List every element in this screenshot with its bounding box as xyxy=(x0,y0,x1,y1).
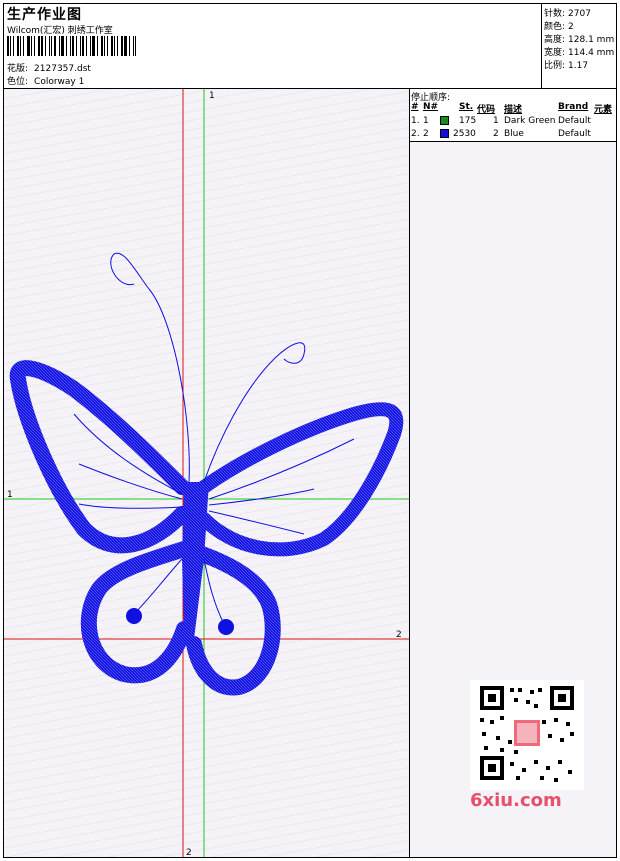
barcode-bar xyxy=(23,36,24,56)
colorway-value: Colorway 1 xyxy=(34,77,85,87)
col-header-element: 元素 xyxy=(594,105,613,115)
barcode-bar xyxy=(27,36,30,56)
barcode-bar xyxy=(121,36,123,56)
axis-label-red-right: 2 xyxy=(396,630,402,640)
barcode-bar xyxy=(13,36,14,56)
stat-colors: 颜色: 2 xyxy=(544,22,574,32)
butterfly-design: 1 1 2 2 xyxy=(4,89,409,857)
col-header-st: St. xyxy=(459,102,474,112)
barcode-bar xyxy=(17,36,19,56)
lower-right-dot xyxy=(218,619,234,635)
stat-height: 高度: 128.1 mm xyxy=(544,35,615,45)
barcode-bar xyxy=(135,36,136,56)
company-name: Wilcom(汇宏) 刺绣工作室 xyxy=(7,26,113,36)
qr-code xyxy=(470,680,584,790)
barcode-bar xyxy=(92,36,95,56)
barcode-bar xyxy=(31,36,32,56)
barcode-bar xyxy=(45,36,46,56)
barcode-bar xyxy=(124,36,127,56)
qr-code-icon xyxy=(480,686,574,782)
barcode-bar xyxy=(51,36,52,56)
barcode-bar xyxy=(59,36,60,56)
axis-label-green-left: 1 xyxy=(7,490,13,500)
barcode-bar xyxy=(129,36,130,56)
col-header-desc: 描述 xyxy=(504,105,523,115)
barcode-bar xyxy=(133,36,134,56)
barcode-bar xyxy=(34,36,35,56)
barcode-bar xyxy=(111,36,113,56)
stat-width: 宽度: 114.4 mm xyxy=(544,48,615,58)
watermark-text: 6xiu.com xyxy=(470,790,562,811)
design-file-line: 花版: 2127357.dst xyxy=(7,61,91,74)
color-swatch-blue xyxy=(440,129,449,138)
barcode-bar xyxy=(117,36,118,56)
design-canvas: 1 1 2 2 xyxy=(4,89,409,857)
stat-scale: 比例: 1.17 xyxy=(544,61,589,71)
barcode-bar xyxy=(54,36,56,56)
barcode-bar xyxy=(20,36,21,56)
document-title: 生产作业图 xyxy=(7,7,82,23)
barcode-bar xyxy=(10,36,11,56)
barcode-bar xyxy=(107,36,108,56)
barcode-bar xyxy=(101,36,103,56)
vein-ur-2 xyxy=(208,488,315,506)
lower-left-dot xyxy=(126,608,142,624)
barcode-bar xyxy=(90,36,91,56)
barcode-bar xyxy=(70,36,71,56)
barcode-bar xyxy=(72,36,74,56)
barcode-bar xyxy=(49,36,50,56)
barcode-bar xyxy=(80,36,81,56)
barcode xyxy=(7,36,142,56)
barcode-bar xyxy=(7,36,9,56)
design-file-label: 花版: xyxy=(7,64,29,74)
col-header-n: N# xyxy=(423,102,439,112)
design-file-value: 2127357.dst xyxy=(34,64,91,74)
barcode-bar xyxy=(104,36,105,56)
upper-right-wing xyxy=(197,402,404,557)
header-divider xyxy=(541,3,542,88)
upper-left-wing xyxy=(9,360,190,554)
colorway-line: 色位: Colorway 1 xyxy=(7,74,84,87)
barcode-bar xyxy=(76,36,77,56)
barcode-bar xyxy=(86,36,87,56)
barcode-bar xyxy=(66,36,67,56)
col-header-index: # xyxy=(411,102,419,112)
barcode-bar xyxy=(41,36,43,56)
col-header-brand: Brand xyxy=(558,102,589,112)
barcode-bar xyxy=(82,36,84,56)
barcode-bar xyxy=(114,36,115,56)
color-swatch-dark-green xyxy=(440,116,449,125)
axis-label-green-top: 1 xyxy=(209,91,215,101)
barcode-bar xyxy=(61,36,64,56)
col-header-code: 代码 xyxy=(477,105,496,115)
lower-right-wing xyxy=(186,546,281,696)
colorway-label: 色位: xyxy=(7,77,29,87)
vein-ul-3 xyxy=(78,503,183,509)
axis-label-red-bottom: 2 xyxy=(186,848,192,857)
barcode-bar xyxy=(97,36,98,56)
barcode-bar xyxy=(38,36,40,56)
stat-stitches: 针数: 2707 xyxy=(544,9,591,19)
